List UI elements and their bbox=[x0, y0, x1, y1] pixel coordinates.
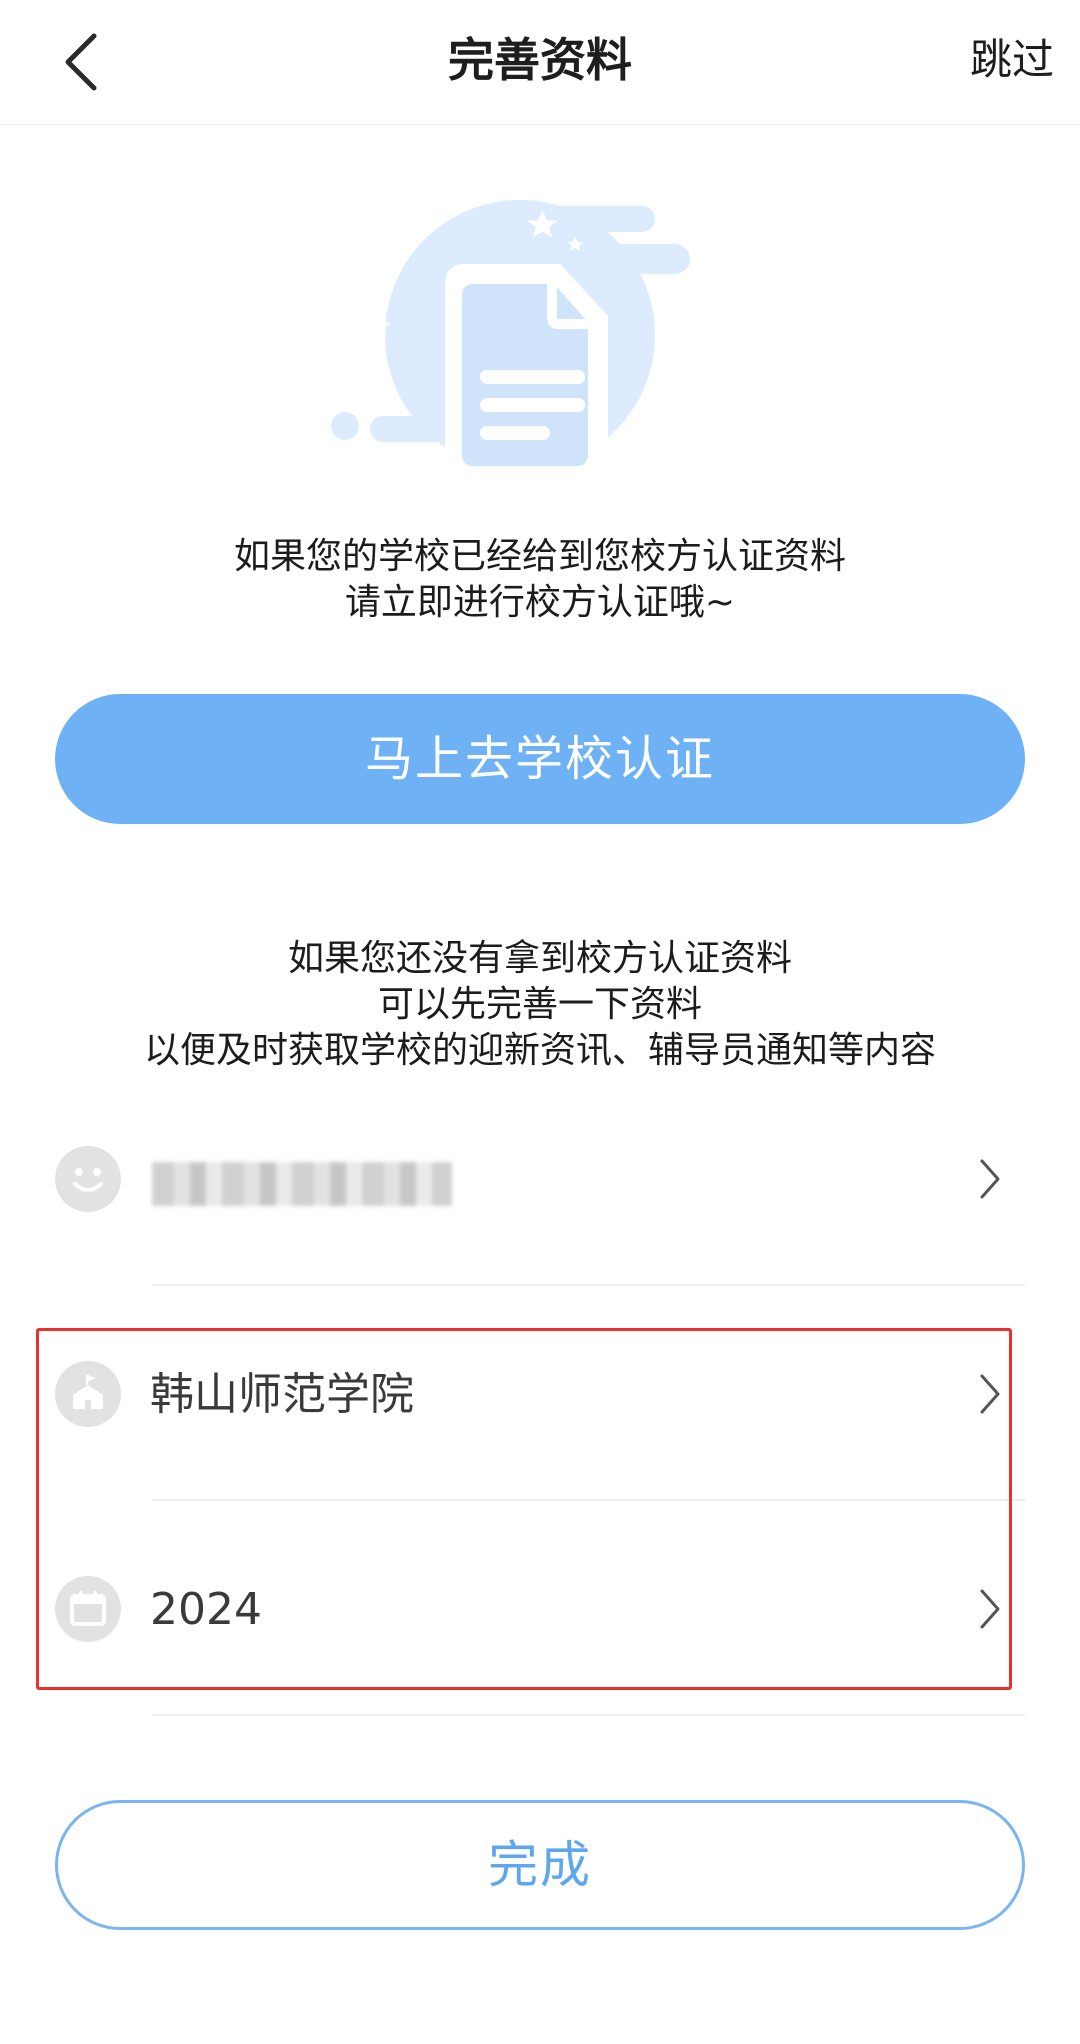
nickname-value-blurred bbox=[152, 1162, 452, 1206]
intro-verified-text: 如果您的学校已经给到您校方认证资料 请立即进行校方认证哦~ bbox=[0, 534, 1080, 626]
highlight-annotation-box bbox=[36, 1328, 1012, 1690]
intro-line: 请立即进行校方认证哦~ bbox=[344, 582, 736, 623]
nickname-row[interactable] bbox=[0, 1072, 1080, 1286]
row-divider bbox=[152, 1284, 1025, 1286]
page-title: 完善资料 bbox=[448, 33, 632, 87]
intro-line: 可以先完善一下资料 bbox=[377, 984, 702, 1025]
done-button[interactable]: 完成 bbox=[55, 1800, 1025, 1930]
intro-unverified-text: 如果您还没有拿到校方认证资料 可以先完善一下资料 以便及时获取学校的迎新资讯、辅… bbox=[0, 936, 1080, 1074]
school-verify-button[interactable]: 马上去学校认证 bbox=[55, 694, 1025, 824]
intro-line: 如果您的学校已经给到您校方认证资料 bbox=[233, 536, 846, 577]
chevron-right-icon bbox=[980, 1159, 1000, 1199]
intro-line: 以便及时获取学校的迎新资讯、辅导员通知等内容 bbox=[143, 1030, 936, 1071]
document-illustration bbox=[330, 200, 700, 490]
smiley-icon bbox=[55, 1146, 121, 1212]
row-divider bbox=[152, 1714, 1025, 1716]
header-bar: 完善资料 跳过 bbox=[0, 0, 1080, 125]
skip-button[interactable]: 跳过 bbox=[970, 30, 1054, 90]
intro-line: 如果您还没有拿到校方认证资料 bbox=[287, 938, 792, 979]
